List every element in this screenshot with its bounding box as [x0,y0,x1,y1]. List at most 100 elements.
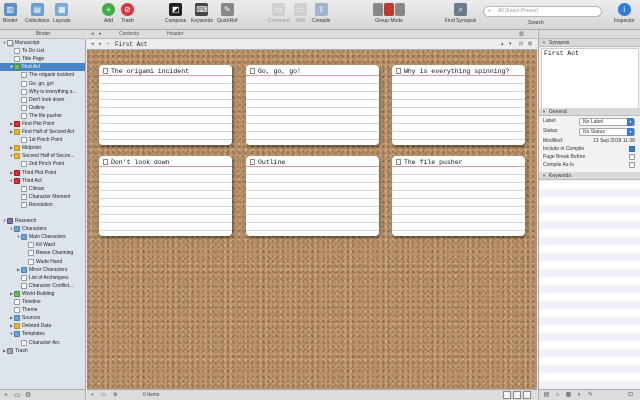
card-title[interactable]: The origami incident [99,65,232,76]
binder-item[interactable]: Title Page [0,55,85,63]
snapshots-icon[interactable]: ◐ [576,392,583,399]
card-title[interactable]: Outline [246,156,379,167]
index-card[interactable]: Go, go, go! [246,65,379,145]
status-select[interactable]: No Status ▾ [579,128,635,136]
binder-item[interactable]: ▼ Third Act [0,177,85,185]
header-menu[interactable]: Header [167,30,183,39]
binder-item[interactable]: ▶ Third Plot Point [0,169,85,177]
binder-item[interactable]: ▶ First Half of Second Act [0,128,85,136]
binder-item[interactable]: 1st Pinch Point [0,136,85,144]
split-editor-icon[interactable]: ▥ [519,30,524,39]
index-card[interactable]: The origami incident [99,65,232,145]
binder-item[interactable]: ▼ Main Characters [0,233,85,241]
history-forward-icon[interactable]: ▸ [99,40,102,49]
binder-item[interactable]: Character Conflict... [0,282,85,290]
keywords-button[interactable]: ⌨ Keywords [191,3,213,24]
corkboard-mode-icon[interactable] [384,3,394,16]
outliner-mode-icon[interactable] [395,3,405,16]
binder-item[interactable]: To Do List [0,47,85,55]
binder-item[interactable]: Kit Ward [0,241,85,249]
layouts-button[interactable]: ▦ Layouts [53,3,71,24]
back-arrow-icon[interactable]: ◂ [91,30,94,39]
find-synopsis-button[interactable]: ⌕ Find Synopsis [445,3,476,24]
card-synopsis-area[interactable] [246,76,379,145]
quickref-button[interactable]: ✎ QuickRef [217,3,238,24]
history-back-icon[interactable]: ◂ [91,40,94,49]
binder-item[interactable] [0,209,85,217]
index-card[interactable]: The file pusher [392,156,525,236]
page-break-before-checkbox[interactable] [629,154,635,160]
binder-item[interactable]: ▶ Trash [0,347,85,355]
synopsis-text-area[interactable]: First Act [541,48,639,116]
binder-item[interactable]: List of Archetypes [0,274,85,282]
binder-item[interactable]: Resolution [0,201,85,209]
binder-item[interactable]: Climax [0,185,85,193]
binder-item[interactable]: Character Arc [0,338,85,346]
comments-icon[interactable]: ✎ [587,392,594,399]
binder-item[interactable]: The origami incident [0,71,85,79]
binder-item[interactable]: ▶ Sources [0,314,85,322]
binder-item[interactable]: ▶ Midpoint [0,144,85,152]
add-folder-icon[interactable]: ▭ [14,392,21,399]
binder-item[interactable]: ▼ Second Half of Secon... [0,152,85,160]
inspector-button[interactable]: i Inspector [614,3,635,24]
compose-button[interactable]: ◩ Compose [165,3,186,24]
notes-icon[interactable]: ▤ [543,392,550,399]
index-card[interactable]: Outline [246,156,379,236]
binder-item[interactable]: Go, go, go! [0,79,85,87]
card-title[interactable]: Don't look down [99,156,232,167]
card-synopsis-area[interactable] [99,167,232,236]
binder-item[interactable]: ▶ World-Building [0,290,85,298]
keywords-list[interactable] [539,181,640,389]
binder-item[interactable]: ▶ Deleted Data [0,322,85,330]
binder-item[interactable]: Why is everything s... [0,88,85,96]
settings-icon[interactable]: ⚙ [25,392,31,399]
corkboard-layout-icon[interactable] [503,391,511,399]
scrivenings-mode-icon[interactable] [373,3,383,16]
add-button[interactable]: + Add [102,3,115,24]
general-section-header[interactable]: ▼ General [539,108,640,116]
synopsis-section-header[interactable]: ▼ Synopsis [539,39,640,47]
binder-item[interactable]: ▼ Research [0,217,85,225]
binder-item[interactable]: ▼ Manuscript [0,39,85,47]
search-input[interactable]: ⌕ All (Exact Phrase) [483,6,602,17]
card-synopsis-area[interactable] [392,167,525,236]
down-arrow-icon[interactable]: ▾ [509,40,512,49]
binder-item[interactable]: Wade Hand [0,258,85,266]
up-arrow-icon[interactable]: ▴ [501,40,504,49]
binder-item[interactable]: Theme [0,306,85,314]
binder-item[interactable]: ▼ Templates [0,330,85,338]
corkboard-settings-icon[interactable]: ⚙ [113,391,117,400]
include-in-compile-checkbox[interactable] [629,146,635,152]
metadata-icon[interactable]: ▦ [565,392,572,399]
card-synopsis-area[interactable] [99,76,232,145]
add-item-icon[interactable]: + [4,392,8,399]
forward-arrow-icon[interactable]: ▸ [99,30,102,39]
binder-item[interactable]: Character Moment [0,193,85,201]
split-view-icon[interactable]: ⊟ [519,40,523,49]
label-select[interactable]: No Label ▾ [579,118,635,126]
add-folder-card-icon[interactable]: ▭ [101,391,106,400]
wiki-button[interactable]: ▭ Wiki [294,3,307,24]
card-title[interactable]: Why is everything spinning? [392,65,525,76]
binder-button[interactable]: ▥ Binder [3,3,17,24]
contents-menu[interactable]: Contents [119,30,139,39]
index-card[interactable]: Why is everything spinning? [392,65,525,145]
card-synopsis-area[interactable] [392,76,525,145]
comment-button[interactable]: ▭ Comment [268,3,290,24]
group-mode-segments[interactable] [373,3,405,16]
group-mode-control[interactable]: Group Mode [373,3,405,24]
index-card[interactable]: Don't look down [99,156,232,236]
binder-item[interactable]: Don't look down [0,96,85,104]
card-synopsis-area[interactable] [246,167,379,236]
binder-item[interactable]: Outline [0,104,85,112]
binder-item[interactable]: ▶ Minor Characters [0,266,85,274]
binder-item[interactable]: ▼ First Act [0,63,85,72]
binder-item[interactable]: The file pusher [0,112,85,120]
collections-button[interactable]: ▤ Collections [25,3,49,24]
lock-icon[interactable]: ⊡ [627,392,634,399]
bookmarks-icon[interactable]: ⌂ [554,392,561,399]
trash-button[interactable]: ⊘ Trash [121,3,134,24]
freeform-layout-icon[interactable] [513,391,521,399]
binder-item[interactable]: ▼ Characters [0,225,85,233]
